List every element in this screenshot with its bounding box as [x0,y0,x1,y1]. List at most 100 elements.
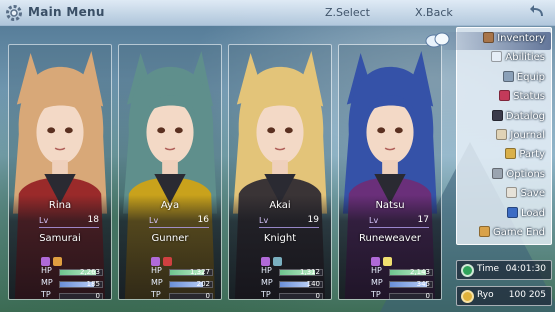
state-icon [53,257,62,266]
menu-item-label: Datalog [505,110,545,122]
hp-label: HP [371,266,382,275]
member-class: Gunner [151,233,189,244]
mp-bar: 140 [279,280,323,288]
bag-icon [483,32,495,43]
hp-label: HP [41,266,52,275]
currency-panel: Ryo 100 205 [456,286,552,306]
log-icon [491,109,503,121]
member-class: Samurai [39,233,81,244]
mp-bar: 345 [389,280,433,288]
menu-item-save[interactable]: Save [506,187,545,205]
currency-value: 100 205 [508,290,546,300]
hp-value: 1,327 [189,268,210,276]
wings-icon [491,51,503,63]
clock-icon [461,264,474,277]
back-hint: X.Back [415,6,453,19]
menu-item-label: Inventory [497,33,545,44]
state-icons [41,251,65,266]
sword-icon [502,70,514,82]
tp-label: TP [261,290,271,299]
mp-value: 185 [86,280,100,288]
disk-icon [507,206,518,218]
level-row: Lv 18 [39,215,99,228]
level-row: Lv 16 [149,215,209,228]
menu-item-party[interactable]: Party [505,148,545,166]
hp-bar: 1,312 [279,268,323,276]
member-name: Rina [48,200,72,211]
tp-bar: 0 [389,292,433,299]
menu-item-label: Journal [510,130,545,141]
mp-gauge: MP 185 [41,278,103,289]
party-member-card[interactable]: Natsu Lv 17 Runeweaver HP 2,143 MP 345 T… [338,44,442,300]
tp-gauge: TP 0 [151,290,213,299]
playtime-value: 04:01:30 [505,264,546,274]
level-row: Lv 19 [259,215,319,228]
hp-bar: 2,263 [59,268,103,276]
level-value: 17 [417,215,429,225]
tp-gauge: TP 0 [261,290,323,300]
quill-icon [496,129,508,140]
coin-icon [461,290,474,303]
level-value: 19 [307,215,319,225]
buff-icon [41,257,50,266]
menu-item-load[interactable]: Load [507,206,545,225]
mp-fill [280,282,310,287]
menu-item-inventory[interactable]: Inventory [425,32,551,50]
state-icons [261,251,285,266]
hp-gauge: HP 2,143 [371,266,433,277]
select-hint: Z.Select [325,6,370,19]
menu-title: Main Menu [28,5,105,19]
hp-label: HP [261,266,272,275]
tp-gauge: TP 0 [371,290,433,299]
tp-label: TP [371,290,381,299]
menu-item-label: Load [521,207,545,219]
state-icon [273,257,282,266]
menu-item-datalog[interactable]: Datalog [491,109,545,128]
mp-bar: 185 [59,280,103,288]
member-class: Runeweaver [359,233,421,244]
mp-value: 202 [196,280,210,288]
command-menu: Inventory Abilities Equip Status Datalog Jour… [425,27,552,245]
menu-item-journal[interactable]: Journal [496,129,545,147]
level-label: Lv [369,216,379,225]
hp-value: 1,312 [299,268,320,276]
state-icon [383,257,392,266]
cloud-cursor-icon [425,32,450,48]
menu-item-game-end[interactable]: Game End [479,226,545,244]
menu-item-options[interactable]: Options [492,167,545,186]
party-icon [505,148,517,160]
mp-value: 345 [416,280,430,288]
party-member-card[interactable]: Rina Lv 18 Samurai HP 2,263 MP 185 TP 0 [8,44,112,300]
menu-item-label: Abilities [505,52,545,64]
wrench-icon [492,167,504,179]
hp-gauge: HP 1,327 [151,266,213,277]
tp-label: TP [151,290,161,299]
menu-item-label: Status [513,91,545,103]
tp-value: 0 [315,292,320,300]
menu-item-status[interactable]: Status [499,90,545,108]
tp-gauge: TP 0 [41,290,103,299]
mp-gauge: MP 140 [261,278,323,289]
buff-icon [371,257,380,266]
menu-item-abilities[interactable]: Abilities [491,51,545,69]
mp-bar: 202 [169,280,213,288]
state-icon [163,257,172,266]
mp-label: MP [151,278,163,287]
state-icons [371,251,395,266]
playtime-panel: Time 04:01:30 [456,260,552,280]
currency-label: Ryo [477,290,494,300]
buff-icon [261,257,270,266]
level-label: Lv [259,216,269,225]
scroll-icon [479,226,491,237]
playtime-label: Time [477,264,500,274]
menu-item-equip[interactable]: Equip [502,70,545,89]
hp-value: 2,143 [409,268,430,276]
gear-icon [6,5,22,21]
mp-gauge: MP 345 [371,278,433,289]
party-member-card[interactable]: Aya Lv 16 Gunner HP 1,327 MP 202 TP 0 [118,44,222,300]
mp-label: MP [261,278,273,287]
back-arrow-icon[interactable] [529,3,547,21]
party-member-card[interactable]: Akai Lv 19 Knight HP 1,312 MP 140 TP 0 [228,44,332,300]
mp-value: 140 [306,280,320,288]
tp-bar: 0 [279,292,323,300]
